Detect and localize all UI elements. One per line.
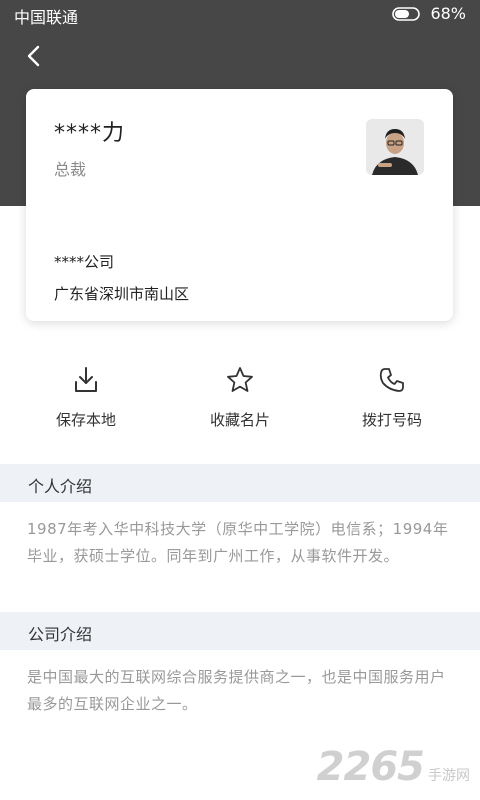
save-local-button[interactable]: 保存本地 xyxy=(6,360,166,440)
favorite-card-button[interactable]: 收藏名片 xyxy=(160,360,320,440)
back-button[interactable] xyxy=(20,42,48,70)
watermark-number: 2265 xyxy=(316,744,425,790)
battery-icon xyxy=(392,6,421,21)
status-bar: 中国联通 68% xyxy=(0,0,480,28)
card-address: 广东省深圳市南山区 xyxy=(54,285,190,303)
personal-intro-heading: 个人介绍 xyxy=(28,477,93,496)
personal-intro-text: 1987年考入华中科技大学（原华中工学院）电信系；1994年毕业，获硕士学位。同… xyxy=(27,520,449,565)
company-intro-text: 是中国最大的互联网综合服务提供商之一，也是中国服务用户最多的互联网企业之一。 xyxy=(27,668,446,713)
battery-percent: 68% xyxy=(430,4,466,23)
avatar[interactable] xyxy=(366,119,424,175)
personal-intro-header: 个人介绍 xyxy=(0,464,480,502)
business-card: ****力 总裁 ****公司 广东省深圳市南山区 xyxy=(26,89,453,321)
favorite-card-label: 收藏名片 xyxy=(209,411,270,429)
watermark-text: 手游网 xyxy=(428,768,470,784)
avatar-photo xyxy=(366,119,424,175)
call-number-button[interactable]: 拨打号码 xyxy=(312,360,472,440)
card-name: ****力 xyxy=(54,121,126,146)
carrier-name: 中国联通 xyxy=(14,8,79,27)
card-company: ****公司 xyxy=(54,253,115,271)
company-intro-header: 公司介绍 xyxy=(0,612,480,650)
action-bar: 保存本地 收藏名片 拨打号码 xyxy=(0,360,480,450)
call-number-label: 拨打号码 xyxy=(361,411,422,429)
battery-indicator: 68% xyxy=(392,4,466,23)
phone-icon xyxy=(379,368,404,392)
watermark-logo: 2265 手游网 xyxy=(317,744,470,790)
save-local-label: 保存本地 xyxy=(55,411,116,429)
star-icon xyxy=(227,367,253,392)
card-job-title: 总裁 xyxy=(54,160,87,179)
chevron-left-icon xyxy=(27,45,40,67)
download-icon xyxy=(75,367,97,392)
company-intro-heading: 公司介绍 xyxy=(28,625,93,644)
